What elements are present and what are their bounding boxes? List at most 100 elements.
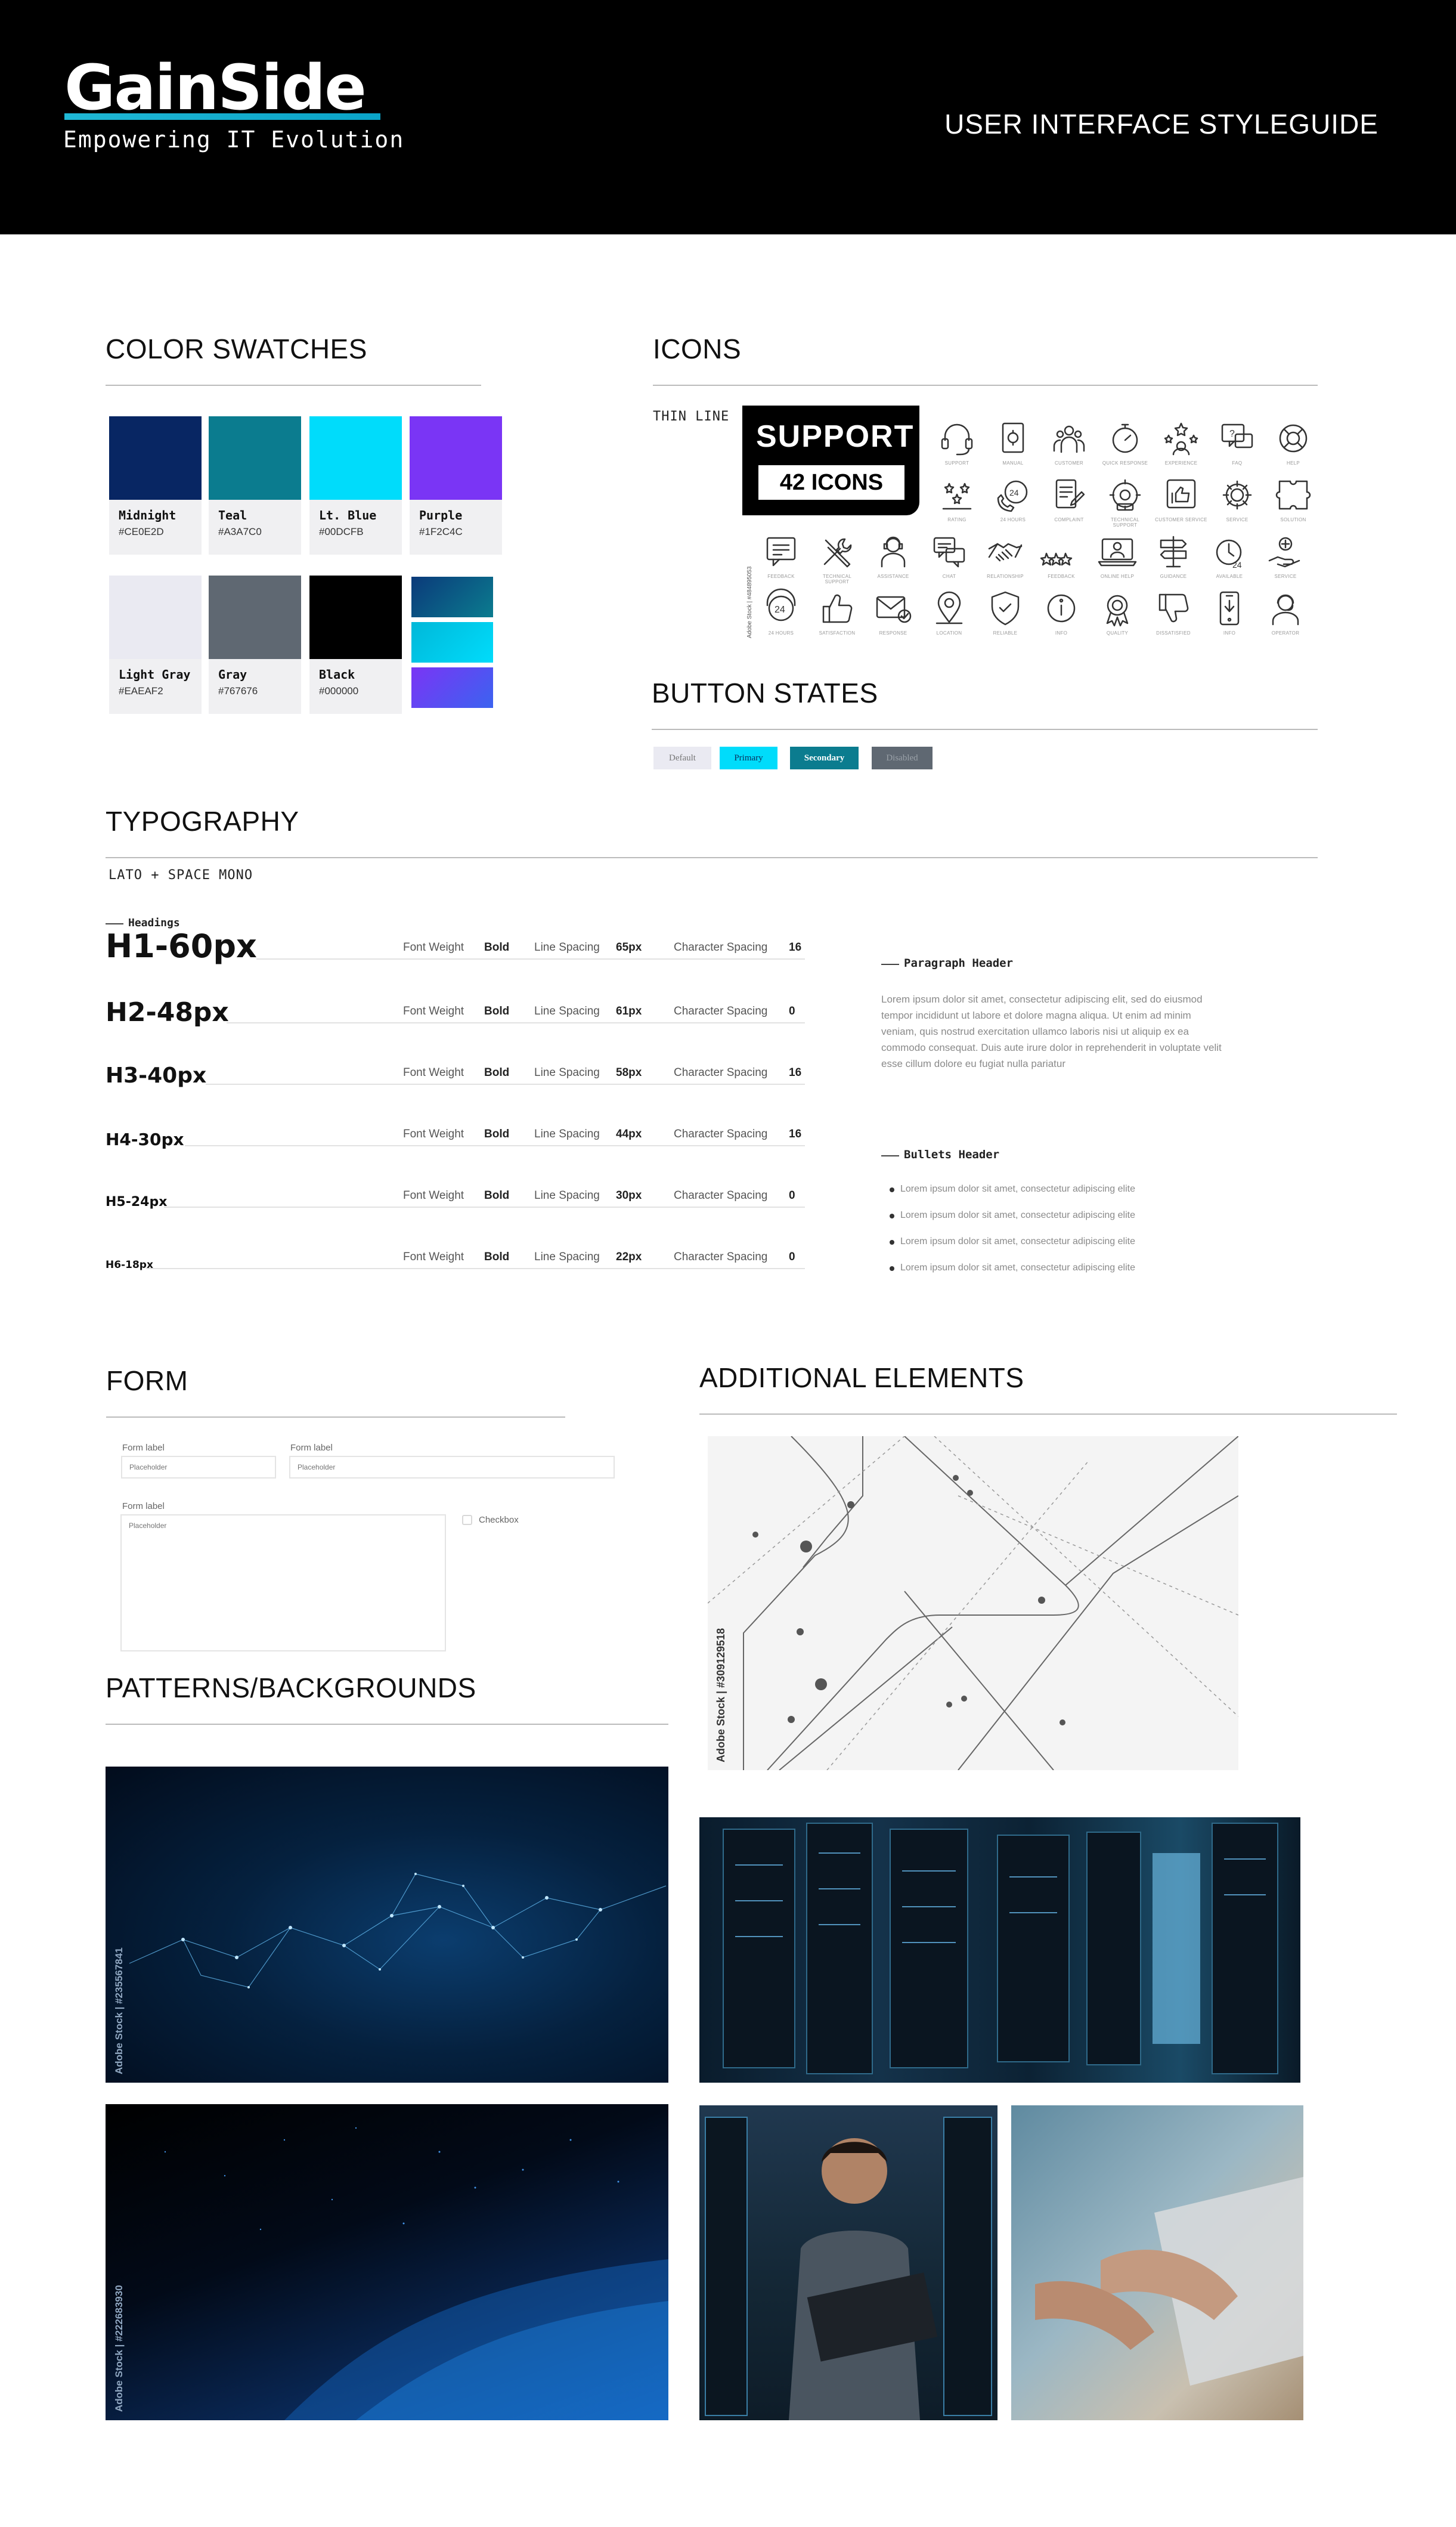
checkbox-label: Checkbox: [479, 1515, 519, 1525]
char-spacing-label: Character Spacing: [674, 1128, 768, 1140]
checkbox[interactable]: [462, 1515, 472, 1525]
text-input-wide[interactable]: [289, 1456, 615, 1479]
swatch-hex: #A3A7C0: [218, 526, 262, 537]
page-title: USER INTERFACE STYLEGUIDE: [944, 109, 1378, 140]
icon-caption: OPERATOR: [1271, 630, 1300, 636]
section-title-additional: ADDITIONAL ELEMENTS: [699, 1362, 1024, 1393]
form-label: Form label: [290, 1443, 333, 1453]
network-wave-image: [106, 1767, 668, 2083]
swatch-hex: #EAEAF2: [119, 685, 163, 697]
swatch-name: Lt. Blue: [319, 508, 377, 522]
divider: [106, 857, 1318, 858]
chat-icon: [928, 531, 970, 573]
font-weight-value: Bold: [484, 1251, 510, 1263]
line-spacing-value: 30px: [616, 1189, 642, 1202]
icon-caption: RESPONSE: [879, 630, 907, 636]
heading-sample-h5: H5-24px: [106, 1195, 168, 1210]
svg-text:?: ?: [1229, 429, 1235, 439]
icon-caption: DISSATISFIED: [1156, 630, 1191, 636]
brand-logo: GainSide: [64, 51, 367, 124]
button-secondary[interactable]: Secondary: [790, 747, 859, 769]
manual-icon: [992, 417, 1034, 459]
swatch-purple: Purple #1F2C4C: [410, 416, 502, 555]
heading-rule: [227, 1022, 805, 1023]
line-spacing-value: 58px: [616, 1066, 642, 1079]
experience-icon: [1160, 417, 1202, 459]
swatch-midnight: Midnight #CE0E2D: [109, 416, 202, 555]
swatch-caption: Black #000000: [309, 659, 402, 714]
swatch-black: Black #000000: [309, 576, 402, 714]
handshake-icon: [984, 531, 1026, 573]
bullet-dot: [890, 1266, 894, 1271]
icon-caption: MANUAL: [1002, 460, 1024, 466]
lifebuoy-icon: [1272, 417, 1314, 459]
swatch-name: Midnight: [119, 508, 176, 522]
divider: [653, 385, 1318, 386]
thumbs-up-icon: [816, 587, 858, 629]
stopwatch-icon: [1104, 417, 1146, 459]
paragraph-header-dash: [881, 964, 899, 965]
swatch-caption: Gray #767676: [209, 659, 301, 714]
bullet-dot: [890, 1214, 894, 1218]
line-spacing-label: Line Spacing: [534, 941, 600, 954]
agent-icon: [872, 531, 914, 573]
particle-wave-image: [106, 2104, 668, 2420]
bullet-item: Lorem ipsum dolor sit amet, consectetur …: [900, 1263, 1135, 1273]
button-primary[interactable]: Primary: [720, 747, 777, 769]
additional-stock-id: Adobe Stock | #309129518: [715, 1628, 727, 1762]
icon-caption: FEEDBACK: [767, 574, 795, 579]
heading-rule: [185, 1145, 805, 1146]
form-label: Form label: [122, 1501, 165, 1511]
swatch-caption: Light Gray #EAEAF2: [109, 659, 202, 714]
thumbs-down-icon: [1153, 587, 1194, 629]
circuit-pattern-image: [708, 1436, 1238, 1770]
gradient-swatch: [411, 667, 493, 708]
24h-call-icon: 24: [992, 474, 1034, 516]
shield-icon: [984, 587, 1026, 629]
gradient-swatch: [411, 577, 493, 617]
font-weight-label: Font Weight: [403, 1251, 464, 1263]
icon-caption: SUPPORT: [944, 460, 969, 466]
section-title-buttons: BUTTON STATES: [652, 678, 878, 709]
font-pair-label: LATO + SPACE MONO: [109, 868, 253, 883]
svg-text:24: 24: [775, 605, 785, 615]
swatch-name: Light Gray: [119, 667, 191, 682]
font-weight-value: Bold: [484, 1005, 510, 1017]
icon-caption: AVAILABLE: [1216, 574, 1243, 579]
text-input[interactable]: [121, 1456, 276, 1479]
line-spacing-label: Line Spacing: [534, 1189, 600, 1202]
font-weight-value: Bold: [484, 941, 510, 954]
char-spacing-value: 0: [789, 1251, 795, 1263]
icon-caption: INFO: [1223, 630, 1236, 636]
textarea-input[interactable]: [120, 1514, 446, 1651]
gear-icon: [1216, 474, 1258, 516]
line-spacing-label: Line Spacing: [534, 1251, 600, 1263]
available-icon: 24: [1209, 531, 1250, 573]
bullet-item: Lorem ipsum dolor sit amet, consectetur …: [900, 1210, 1135, 1220]
icon-style-label: THIN LINE: [653, 409, 730, 424]
swatch-light-gray: Light Gray #EAEAF2: [109, 576, 202, 714]
customer-service-icon: [1160, 474, 1202, 516]
swatch-chip: [209, 416, 301, 500]
icon-caption: TECHNICAL SUPPORT: [1110, 517, 1140, 528]
icon-caption: QUALITY: [1106, 630, 1129, 636]
svg-text:24: 24: [1009, 488, 1019, 497]
line-spacing-label: Line Spacing: [534, 1128, 600, 1140]
swatch-name: Black: [319, 667, 355, 682]
operator-icon: [1265, 587, 1306, 629]
divider: [106, 1416, 565, 1418]
icon-caption: GUIDANCE: [1160, 574, 1187, 579]
light-corridor: [1153, 1853, 1200, 2044]
button-default[interactable]: Default: [653, 747, 711, 769]
swatch-chip: [309, 576, 402, 659]
divider: [699, 1413, 1397, 1415]
char-spacing-label: Character Spacing: [674, 941, 768, 954]
icon-caption: SATISFACTION: [819, 630, 856, 636]
brand-tagline: Empowering IT Evolution: [63, 126, 405, 153]
support-badge-count: 42 ICONS: [758, 465, 904, 500]
feedback-icon: [760, 531, 802, 573]
line-spacing-label: Line Spacing: [534, 1066, 600, 1079]
pattern-1-stock-id: Adobe Stock | #235567841: [113, 1947, 125, 2074]
heading-sample-h2: H2-48px: [106, 997, 229, 1028]
swatch-name: Gray: [218, 667, 247, 682]
